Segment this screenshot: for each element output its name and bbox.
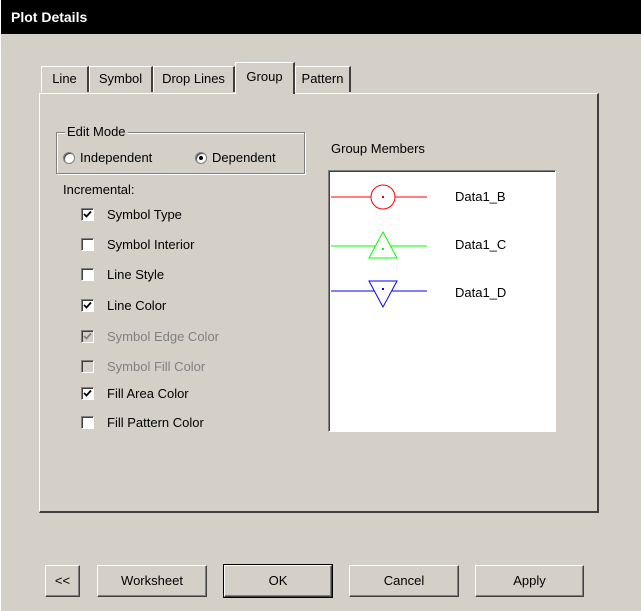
plot-details-dialog: Plot Details Line Symbol Drop Lines Grou… [0,0,641,611]
group-member-data1-b[interactable]: Data1_B [329,179,555,215]
group-member-name: Data1_C [455,237,507,252]
back-button[interactable]: << [45,565,80,597]
tab-group[interactable]: Group [235,62,295,94]
checkbox-symbol-interior[interactable]: Symbol Interior [81,237,194,252]
tab-symbol[interactable]: Symbol [89,66,153,92]
checkbox-line-color[interactable]: Line Color [81,298,166,313]
checkbox-line-style[interactable]: Line Style [81,267,164,282]
checkbox-symbol-interior-label: Symbol Interior [107,237,195,252]
group-member-name: Data1_D [455,285,507,300]
radio-independent-button[interactable] [63,151,75,164]
ok-button[interactable]: OK [223,564,333,598]
checkbox-symbol-fill-color: Symbol Fill Color [81,359,205,374]
radio-dependent[interactable]: Dependent [195,150,276,165]
checkbox-line-style-box[interactable] [81,268,94,281]
checkbox-fill-pattern-color-label: Fill Pattern Color [107,415,204,430]
group-member-name: Data1_B [455,189,506,204]
checkbox-symbol-fill-color-box [81,360,94,373]
checkbox-symbol-interior-box[interactable] [81,238,94,251]
checkbox-symbol-type[interactable]: Symbol Type [81,207,182,222]
checkbox-symbol-fill-color-label: Symbol Fill Color [107,359,206,374]
triangle-up-symbol-icon [331,230,427,259]
incremental-label: Incremental: [63,182,135,197]
group-members-list[interactable]: Data1_B Data1_C Data1_D [328,170,556,432]
tab-drop-lines[interactable]: Drop Lines [153,66,235,92]
tab-line[interactable]: Line [41,66,89,92]
radio-dependent-button[interactable] [195,151,207,164]
checkbox-fill-area-color-box[interactable] [81,387,94,400]
checkbox-fill-pattern-color[interactable]: Fill Pattern Color [81,415,204,430]
cancel-button[interactable]: Cancel [349,565,459,597]
checkbox-symbol-type-label: Symbol Type [107,207,182,222]
dialog-title: Plot Details [1,0,641,34]
checkbox-symbol-edge-color-label: Symbol Edge Color [107,329,219,344]
triangle-down-symbol-icon [331,280,427,309]
radio-independent[interactable]: Independent [63,150,152,165]
checkbox-fill-area-color[interactable]: Fill Area Color [81,386,189,401]
checkbox-symbol-edge-color: Symbol Edge Color [81,329,219,344]
radio-independent-label: Independent [80,150,153,165]
group-members-label: Group Members [331,141,425,156]
group-member-data1-d[interactable]: Data1_D [329,275,555,311]
checkbox-fill-pattern-color-box[interactable] [81,416,94,429]
worksheet-button[interactable]: Worksheet [97,565,207,597]
apply-button[interactable]: Apply [475,565,584,597]
edit-mode-label: Edit Mode [65,124,128,139]
checkbox-symbol-edge-color-box [81,330,94,343]
checkbox-line-color-label: Line Color [107,298,167,313]
checkbox-symbol-type-box[interactable] [81,208,94,221]
tab-pattern[interactable]: Pattern [295,66,351,92]
radio-dependent-label: Dependent [212,150,276,165]
checkbox-fill-area-color-label: Fill Area Color [107,386,189,401]
group-member-data1-c[interactable]: Data1_C [329,227,555,263]
checkbox-line-style-label: Line Style [107,267,165,282]
checkbox-line-color-box[interactable] [81,299,94,312]
circle-symbol-icon [331,184,427,210]
